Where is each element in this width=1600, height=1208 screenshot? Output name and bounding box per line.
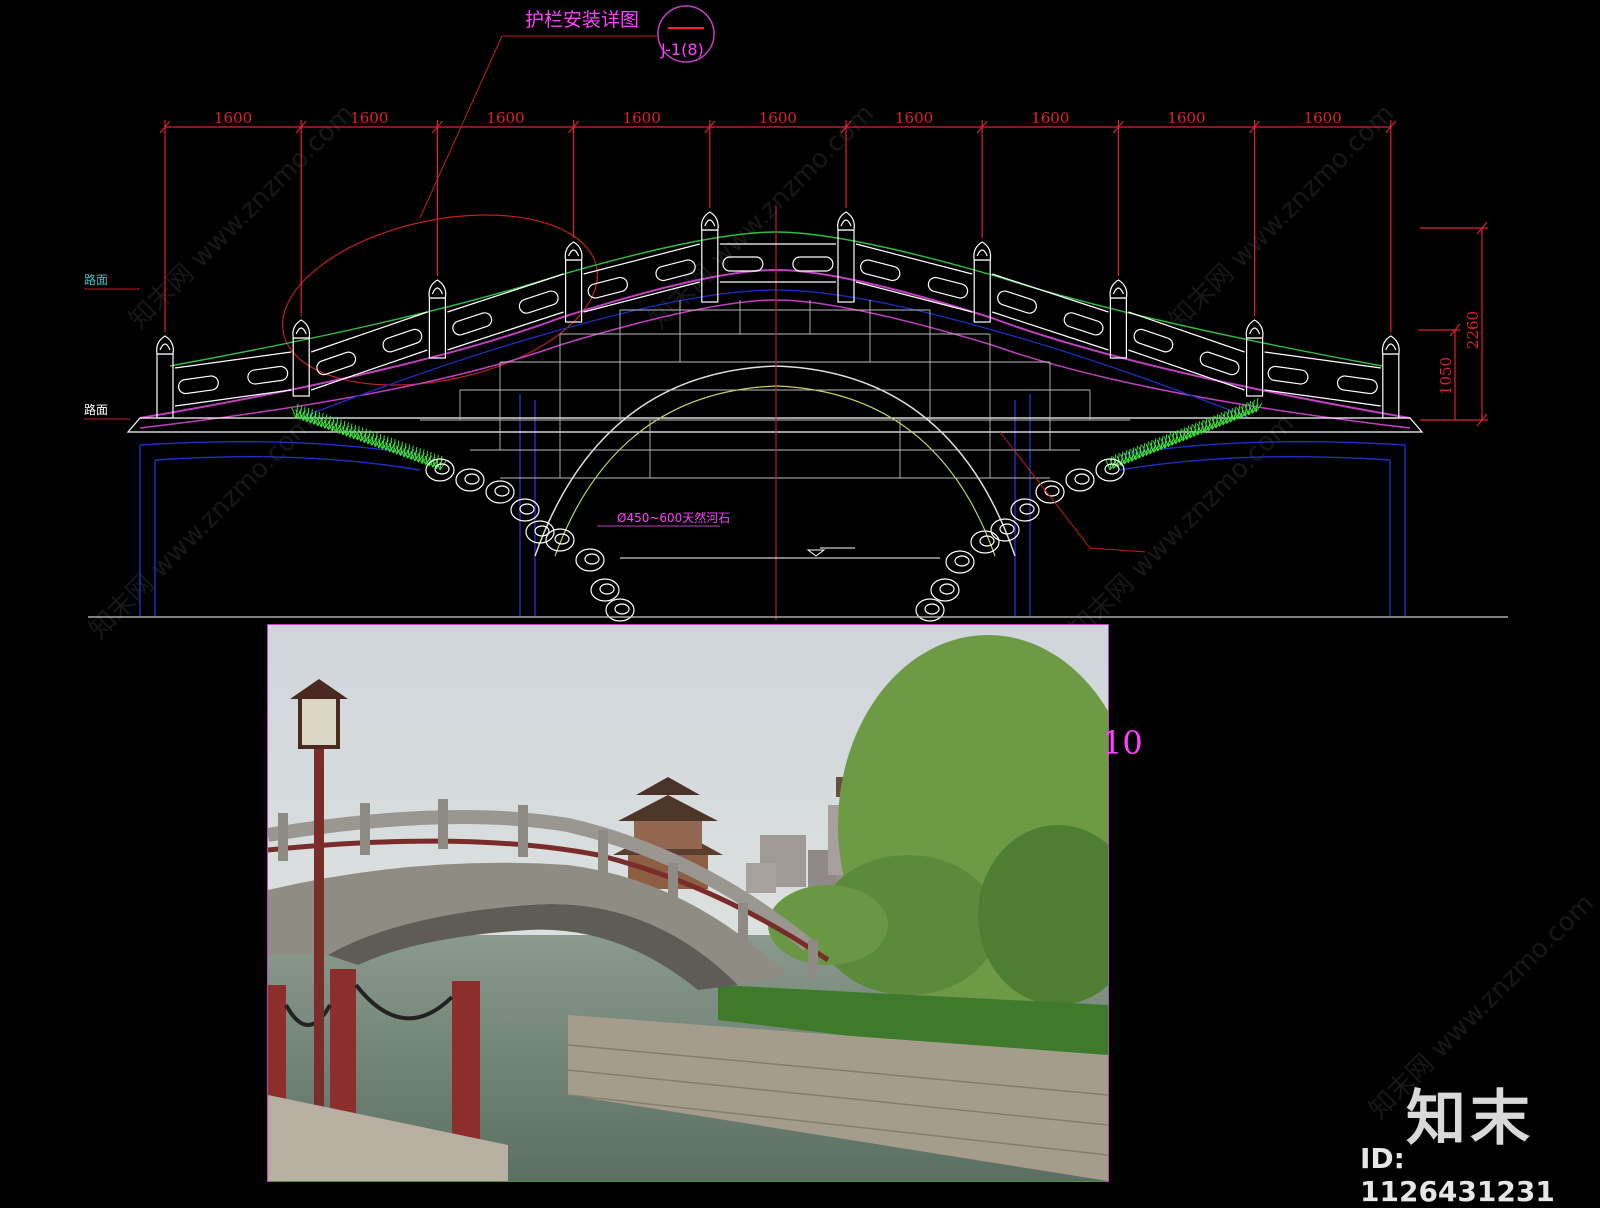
river-stone (575, 548, 605, 572)
river-stone (970, 530, 1000, 554)
railing (156, 211, 1400, 419)
grass-tuft (1251, 397, 1263, 413)
railing-panel (1264, 351, 1381, 407)
river-stone (605, 598, 635, 622)
watermark-id: ID: 1126431231 (1360, 1142, 1555, 1208)
stone-wall (420, 300, 1130, 479)
span-dimension-label: 1600 (759, 109, 797, 127)
deck-line-magenta-lower (139, 299, 1411, 429)
river-stone (455, 468, 485, 492)
river-stone (485, 480, 515, 504)
span-dimension-label: 1600 (1167, 109, 1205, 127)
railing-panel (174, 351, 292, 407)
railing-post (1109, 279, 1128, 359)
river-stone (1065, 468, 1095, 492)
ground-label-top: 路面 (84, 272, 108, 287)
bridge-photo (268, 625, 1108, 1181)
watermark-text: 知末网 www.znzmo.com (84, 409, 320, 645)
railing-post (564, 241, 583, 323)
span-dimension-label: 1600 (1304, 109, 1342, 127)
span-dimension-label: 1600 (623, 109, 661, 127)
height-railing-label: 1050 (1437, 357, 1455, 395)
river-stones (425, 458, 1125, 622)
railing-post (156, 335, 174, 419)
left-labels: 路面 路面 (84, 272, 140, 420)
span-dimension-label: 1600 (214, 109, 252, 127)
side-number: 10 (1102, 724, 1143, 762)
watermark-text: 知末网 www.znzmo.com (124, 99, 360, 335)
callout-ref: J-1(8) (660, 40, 704, 59)
railing-post (837, 211, 855, 303)
span-dimension-label: 1600 (486, 109, 524, 127)
railing-post (292, 319, 311, 397)
railing-post (428, 279, 447, 359)
river-stone (945, 550, 975, 574)
railing-post (973, 241, 992, 323)
callout-ellipse (282, 214, 598, 386)
railing-post (1381, 335, 1400, 419)
callout-title: 护栏安装详图 (525, 9, 639, 31)
stone-note-text: Ø450~600天然河石 (617, 510, 730, 525)
watermark-text: 知末网 www.znzmo.com (1164, 99, 1400, 335)
span-dimension-label: 1600 (350, 109, 388, 127)
span-dimension-label: 1600 (895, 109, 933, 127)
height-total-label: 2260 (1464, 311, 1482, 349)
railing-panel (447, 273, 564, 351)
river-stone (590, 578, 620, 602)
river-stone (915, 598, 945, 622)
reference-photo (267, 624, 1109, 1182)
railing-post (1245, 319, 1264, 397)
watermark-text: 知末网 www.znzmo.com (1064, 409, 1300, 645)
water-level (620, 547, 940, 559)
ground-label-bottom: 路面 (84, 402, 108, 417)
railing-panel (311, 311, 428, 391)
river-stone (930, 578, 960, 602)
span-dimension-label: 1600 (1031, 109, 1069, 127)
